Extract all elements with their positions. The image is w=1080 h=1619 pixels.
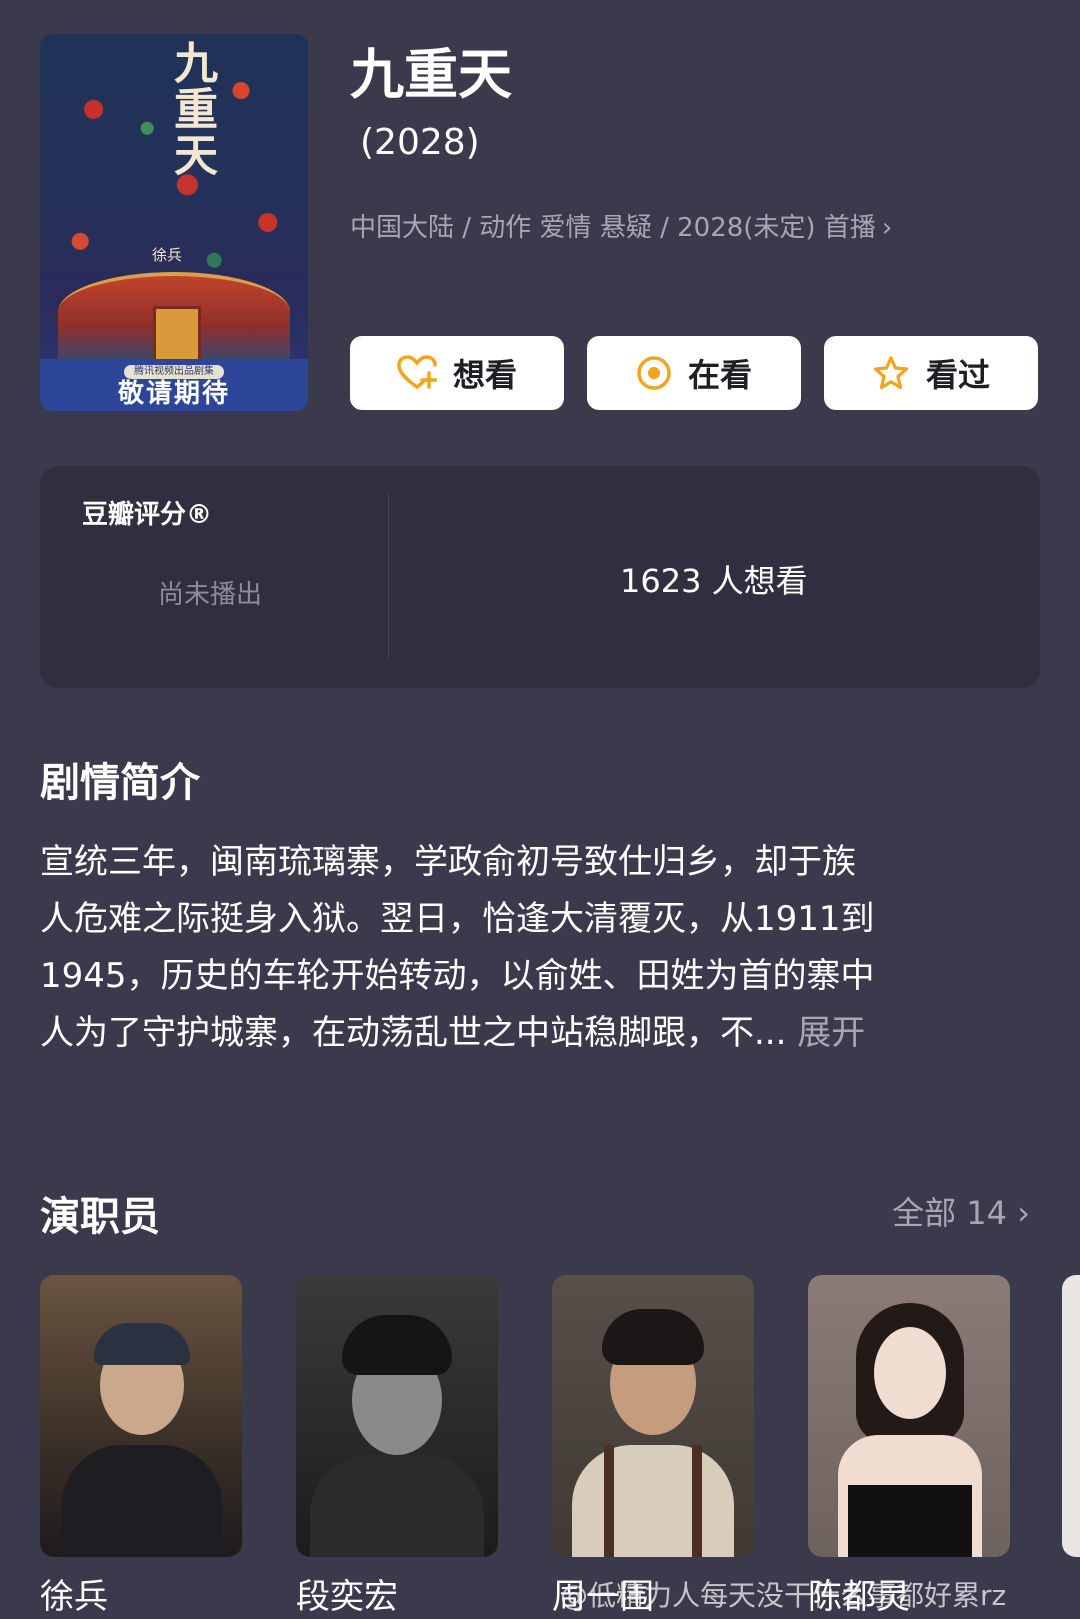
cast-photo — [1062, 1275, 1080, 1557]
synopsis-line: 人危难之际挺身入狱。翌日，恰逢大清覆灭，从1911到 — [40, 899, 875, 939]
star-icon — [873, 356, 909, 390]
weibo-watermark: @低精力人每天没干什么事都好累rz — [560, 1579, 1007, 1612]
heart-plus-icon — [397, 355, 437, 389]
synopsis-line-text: 人为了守护城寨，在动荡乱世之中站稳脚跟，不... — [40, 1013, 787, 1053]
target-icon — [637, 356, 671, 390]
expand-link[interactable]: 展开 — [797, 1013, 865, 1053]
poster-director: 徐兵 — [152, 246, 183, 264]
watched-button[interactable]: 看过 — [824, 336, 1038, 410]
cast-card-partial[interactable] — [1062, 1275, 1080, 1557]
poster-slogan: 敬请期待 — [117, 379, 230, 409]
want-to-watch-label: 想看 — [452, 356, 517, 394]
poster-footer: 腾讯视频出品剧集 敬请期待 — [40, 359, 308, 411]
synopsis-line: 宣统三年，闽南琉璃寨，学政俞初号致仕归乡，却于族 — [40, 842, 856, 882]
cast-card[interactable] — [552, 1275, 754, 1557]
watching-label: 在看 — [687, 356, 752, 394]
want-count: 1623 人想看 — [620, 562, 808, 600]
cast-photo — [552, 1275, 754, 1557]
synopsis-title: 剧情简介 — [40, 760, 200, 806]
cast-all-label: 全部 14 — [892, 1194, 1008, 1232]
show-year: (2028) — [360, 122, 480, 163]
show-poster[interactable]: 九重天 徐兵 腾讯视频出品剧集 敬请期待 — [40, 34, 308, 411]
want-to-watch-button[interactable]: 想看 — [350, 336, 564, 410]
synopsis-line: 1945，历史的车轮开始转动，以俞姓、田姓为首的寨中 — [40, 956, 875, 996]
watched-label: 看过 — [925, 356, 990, 394]
poster-producer: 腾讯视频出品剧集 — [124, 365, 224, 379]
chevron-right-icon: › — [881, 213, 893, 243]
poster-title: 九重天 — [166, 40, 217, 178]
cast-all-link[interactable]: 全部 14 › — [892, 1188, 1030, 1234]
cast-title: 演职员 — [40, 1194, 160, 1240]
show-title: 九重天 — [350, 43, 512, 106]
cast-photo — [40, 1275, 242, 1557]
synopsis-line-last: 人为了守护城寨，在动荡乱世之中站稳脚跟，不... 展开 — [40, 1005, 1040, 1062]
rating-divider — [388, 494, 389, 658]
rating-label: 豆瓣评分® — [82, 500, 213, 530]
rating-status: 尚未播出 — [158, 580, 263, 610]
cast-photo — [808, 1275, 1010, 1557]
rating-card: 豆瓣评分® 尚未播出 1623 人想看 — [40, 466, 1040, 688]
cast-card[interactable] — [808, 1275, 1010, 1557]
synopsis-text[interactable]: 宣统三年，闽南琉璃寨，学政俞初号致仕归乡，却于族 人危难之际挺身入狱。翌日，恰逢… — [40, 834, 1040, 1062]
cast-card[interactable] — [296, 1275, 498, 1557]
cast-card[interactable] — [40, 1275, 242, 1557]
watching-button[interactable]: 在看 — [587, 336, 801, 410]
cast-photo — [296, 1275, 498, 1557]
show-meta-link[interactable]: 中国大陆 / 动作 爱情 悬疑 / 2028(未定) 首播 › — [350, 208, 892, 248]
cast-name: 徐兵 — [40, 1577, 108, 1617]
cast-name: 段奕宏 — [296, 1577, 398, 1617]
show-meta-text: 中国大陆 / 动作 爱情 悬疑 / 2028(未定) 首播 — [350, 213, 876, 243]
chevron-right-icon: › — [1017, 1194, 1030, 1232]
